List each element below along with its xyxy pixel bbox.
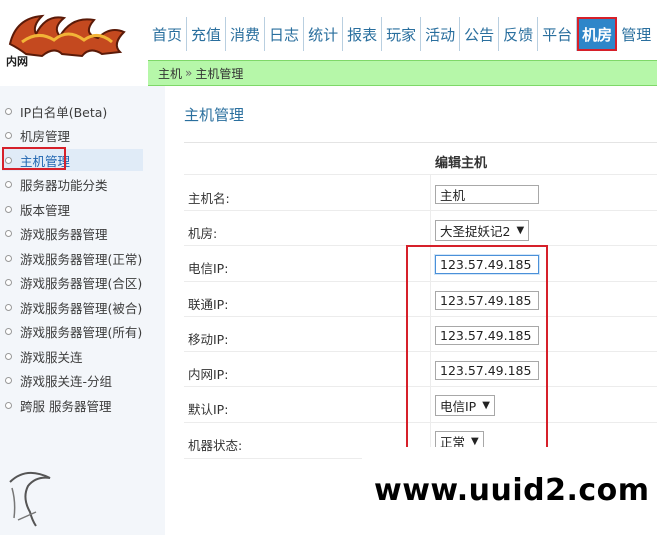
- room-select-value: 大圣捉妖记2: [440, 224, 511, 239]
- main-nav: 首页 充值 消费 日志 统计 报表 玩家 活动 公告 反馈 平台 机房 管理: [148, 17, 655, 51]
- scythe-icon: [9, 471, 51, 527]
- form-heading: 编辑主机: [435, 156, 488, 171]
- breadcrumb: 主机 » 主机管理: [148, 60, 657, 86]
- machine-status-label: 机器状态:: [188, 438, 243, 453]
- sidebar-item-label: 游戏服务器管理(被合): [20, 300, 143, 316]
- divider: [184, 386, 657, 387]
- watermark: www.uuid2.com: [362, 447, 657, 535]
- sidebar-item-label: 主机管理: [20, 153, 71, 169]
- nav-item-recharge[interactable]: 充值: [187, 17, 227, 51]
- sidebar-item-label: 游戏服务器管理(所有): [20, 324, 143, 340]
- divider: [184, 316, 657, 317]
- nav-item-server-room[interactable]: 机房: [577, 17, 618, 51]
- sidebar-item-label: IP白名单(Beta): [20, 104, 108, 120]
- logo-caption: 内网: [6, 55, 28, 68]
- sidebar-item-label: 服务器功能分类: [20, 177, 108, 193]
- chevron-down-icon: ▼: [482, 400, 490, 411]
- nav-item-notice[interactable]: 公告: [460, 17, 500, 51]
- divider: [184, 245, 657, 246]
- telecom-ip-label: 电信IP:: [188, 261, 229, 276]
- default-ip-select[interactable]: 电信IP ▼: [435, 395, 495, 416]
- default-ip-select-value: 电信IP: [440, 399, 477, 414]
- sidebar-item-game-server-merged[interactable]: 游戏服务器管理(合区): [5, 271, 142, 293]
- nav-item-consume[interactable]: 消费: [226, 17, 266, 51]
- sidebar-item-label: 游戏服关连-分组: [20, 373, 113, 389]
- divider: [184, 210, 657, 211]
- sidebar-item-label: 机房管理: [20, 128, 71, 144]
- bullet-icon: [5, 254, 12, 262]
- chevron-down-icon: ▼: [516, 225, 525, 236]
- bullet-icon: [5, 205, 12, 213]
- watermark-text: www.uuid2.com: [374, 473, 650, 508]
- breadcrumb-separator: »: [185, 66, 193, 80]
- bullet-icon: [5, 229, 12, 237]
- unicom-ip-input[interactable]: 123.57.49.185: [435, 291, 539, 310]
- intranet-ip-label: 内网IP:: [188, 367, 229, 382]
- sidebar-item-label: 游戏服务器管理: [20, 226, 108, 242]
- sidebar-item-server-link[interactable]: 游戏服关连: [5, 345, 83, 367]
- divider: [184, 422, 657, 423]
- nav-item-stats[interactable]: 统计: [304, 17, 344, 51]
- mobile-ip-input[interactable]: 123.57.49.185: [435, 326, 539, 345]
- mobile-ip-label: 移动IP:: [188, 332, 229, 347]
- sidebar-item-server-category[interactable]: 服务器功能分类: [5, 173, 108, 195]
- breadcrumb-current: 主机管理: [195, 66, 244, 81]
- telecom-ip-input[interactable]: 123.57.49.185: [435, 255, 539, 274]
- bullet-icon: [5, 156, 12, 164]
- bullet-icon: [5, 376, 12, 384]
- unicom-ip-label: 联通IP:: [188, 297, 229, 312]
- sidebar-item-label: 跨服 服务器管理: [20, 398, 112, 414]
- sidebar-item-game-server-absorbed[interactable]: 游戏服务器管理(被合): [5, 296, 142, 318]
- bullet-icon: [5, 278, 12, 286]
- bullet-icon: [5, 131, 12, 139]
- room-select[interactable]: 大圣捉妖记2 ▼: [435, 220, 530, 241]
- nav-item-platform[interactable]: 平台: [538, 17, 578, 51]
- nav-item-feedback[interactable]: 反馈: [499, 17, 539, 51]
- header: 内网 首页 充值 消费 日志 统计 报表 玩家 活动 公告 反馈 平台 机房 管…: [0, 0, 657, 68]
- bullet-icon: [5, 327, 12, 335]
- nav-item-report[interactable]: 报表: [343, 17, 383, 51]
- divider: [184, 174, 657, 175]
- hostname-input[interactable]: 主机: [435, 185, 539, 204]
- room-label: 机房:: [188, 226, 218, 241]
- nav-item-admin[interactable]: 管理: [617, 17, 655, 51]
- bullet-icon: [5, 303, 12, 311]
- intranet-ip-input[interactable]: 123.57.49.185: [435, 361, 539, 380]
- bullet-icon: [5, 180, 12, 188]
- nav-item-player[interactable]: 玩家: [382, 17, 422, 51]
- sidebar-item-label: 游戏服关连: [20, 349, 83, 365]
- sidebar-item-game-server-all[interactable]: 游戏服务器管理(所有): [5, 320, 142, 342]
- nav-item-home[interactable]: 首页: [148, 17, 188, 51]
- bullet-icon: [5, 352, 12, 360]
- bullet-icon: [5, 107, 12, 115]
- nav-item-log[interactable]: 日志: [265, 17, 305, 51]
- nav-item-activity[interactable]: 活动: [421, 17, 461, 51]
- sidebar-item-game-server[interactable]: 游戏服务器管理: [5, 222, 108, 244]
- bullet-icon: [5, 401, 12, 409]
- divider: [184, 142, 657, 143]
- sidebar-item-label: 游戏服务器管理(正常): [20, 251, 143, 267]
- default-ip-label: 默认IP:: [188, 402, 229, 417]
- hostname-label: 主机名:: [188, 191, 230, 206]
- divider: [184, 351, 657, 352]
- sidebar-item-label: 版本管理: [20, 202, 71, 218]
- sidebar-item-ip-whitelist[interactable]: IP白名单(Beta): [5, 100, 107, 122]
- chevron-down-icon: ▼: [471, 436, 479, 447]
- sidebar-item-host[interactable]: 主机管理: [2, 149, 143, 171]
- sidebar-item-label: 游戏服务器管理(合区): [20, 275, 143, 291]
- sidebar-item-game-server-normal[interactable]: 游戏服务器管理(正常): [5, 247, 142, 269]
- sidebar-item-server-link-group[interactable]: 游戏服关连-分组: [5, 369, 112, 391]
- sidebar-item-server-room[interactable]: 机房管理: [5, 124, 70, 146]
- breadcrumb-root[interactable]: 主机: [158, 65, 182, 82]
- divider: [184, 281, 657, 282]
- page-title: 主机管理: [184, 106, 245, 124]
- sidebar-item-cross-server[interactable]: 跨服 服务器管理: [5, 394, 111, 416]
- sidebar-item-version[interactable]: 版本管理: [5, 198, 70, 220]
